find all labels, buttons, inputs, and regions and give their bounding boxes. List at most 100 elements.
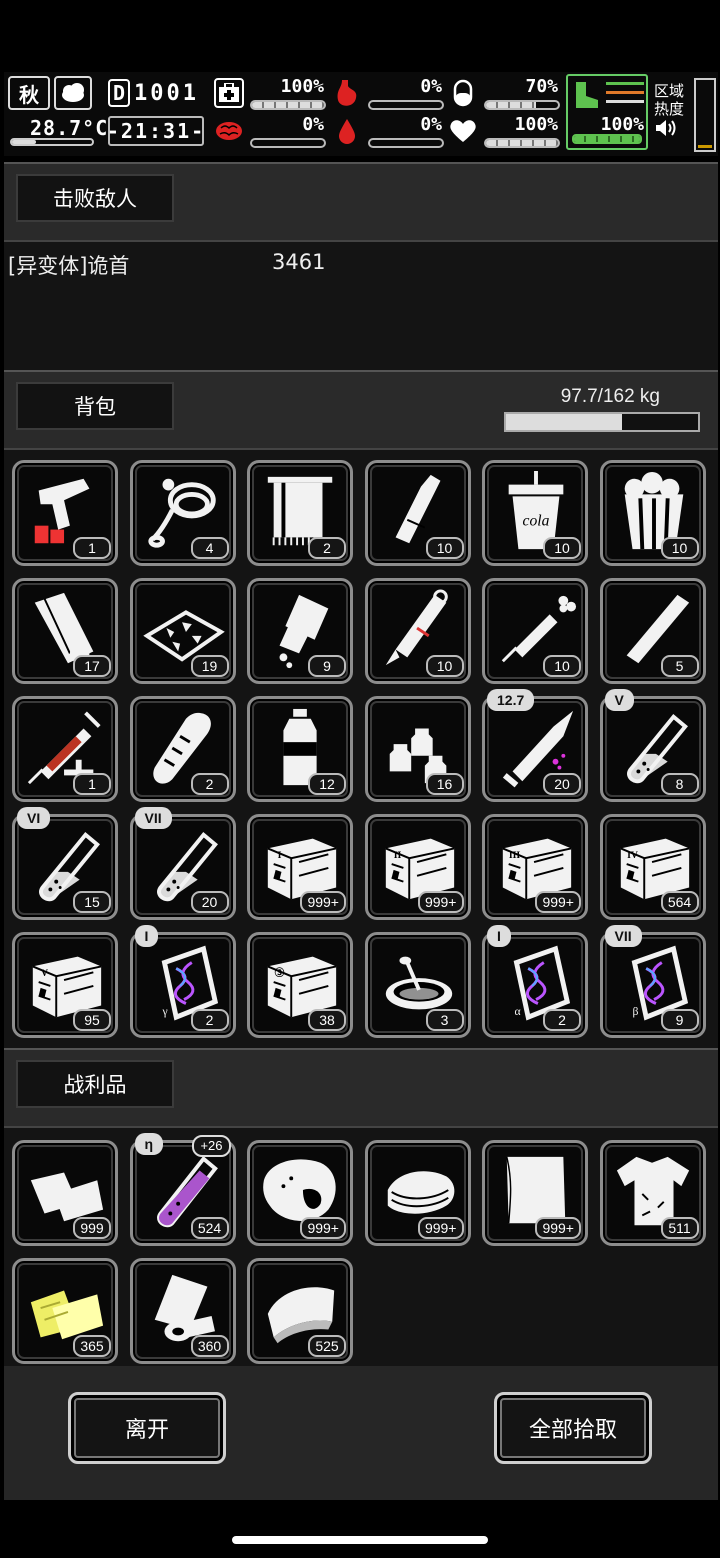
stat-heart-value: 100% <box>514 114 558 135</box>
backpack-item-slot[interactable]: IV 564 <box>599 814 706 920</box>
stat-blood-value: 0% <box>420 114 442 135</box>
take-all-button[interactable]: 全部拾取 <box>494 1392 652 1464</box>
item-tag: VII <box>134 807 172 829</box>
backpack-item-slot[interactable]: 1 <box>12 460 118 566</box>
backpack-item-slot[interactable]: β VII 9 <box>599 925 706 1038</box>
weight-bar <box>504 412 700 432</box>
item-quantity: 8 <box>660 773 699 795</box>
zone-heat-bar <box>694 78 716 152</box>
action-bar: 离开 全部拾取 <box>4 1366 718 1500</box>
home-indicator[interactable] <box>232 1536 488 1544</box>
backpack-title: 背包 <box>16 382 174 430</box>
item-quantity: 10 <box>660 537 699 559</box>
boot-icon <box>576 82 598 108</box>
stat-pill-value: 70% <box>525 76 558 97</box>
backpack-item-slot[interactable]: 2 <box>129 696 236 802</box>
clock: -21:31- <box>107 116 204 146</box>
item-tag: 12.7 <box>487 689 535 711</box>
backpack-item-slot[interactable]: 12.7 20 <box>482 689 588 802</box>
loot-item-slot[interactable]: 365 <box>12 1258 118 1364</box>
item-quantity: 20 <box>543 773 581 795</box>
season-label: 秋 <box>19 82 39 107</box>
backpack-item-slot[interactable]: 10 <box>364 460 471 566</box>
stamina-lines <box>606 82 644 103</box>
backpack-item-slot[interactable]: VI 15 <box>12 807 118 920</box>
backpack-item-slot[interactable]: V 95 <box>12 932 118 1038</box>
item-quantity: 3 <box>425 1009 464 1031</box>
loot-item-slot[interactable]: 999+ <box>482 1140 588 1246</box>
enemy-count: 3461 <box>272 250 326 274</box>
backpack-item-slot[interactable]: II 999+ <box>364 814 471 920</box>
pill-icon <box>448 78 478 108</box>
svg-text:β: β <box>632 1005 638 1018</box>
backpack-item-slot[interactable]: 1 <box>12 696 118 802</box>
stat-heart: 100% <box>448 114 560 150</box>
backpack-item-slot[interactable]: III 999+ <box>482 814 588 920</box>
backpack-item-slot[interactable]: 16 <box>364 696 471 802</box>
loot-item-slot[interactable]: 360 <box>129 1258 236 1364</box>
item-quantity: 5 <box>660 655 699 677</box>
loot-item-slot[interactable]: η +26 524 <box>129 1133 236 1246</box>
stat-hunger-bar <box>368 100 444 110</box>
svg-text:V: V <box>41 968 48 979</box>
stat-health: 100% <box>214 76 326 112</box>
speaker-icon[interactable] <box>654 118 678 138</box>
backpack-item-slot[interactable]: 5 <box>599 578 706 684</box>
stat-brain-value: 0% <box>302 114 324 135</box>
stamina-value: 100% <box>600 114 644 135</box>
backpack-item-slot[interactable]: 2 <box>247 460 353 566</box>
stamina-panel: 100% <box>566 74 648 150</box>
item-quantity: 999+ <box>417 1217 464 1239</box>
item-quantity: 999+ <box>300 1217 346 1239</box>
medkit-icon <box>214 78 244 108</box>
backpack-item-slot[interactable]: Ⓢ 38 <box>247 932 353 1038</box>
stat-brain-bar <box>250 138 326 148</box>
loot-item-slot[interactable]: 525 <box>247 1258 353 1364</box>
item-quantity: 524 <box>190 1217 229 1239</box>
backpack-item-slot[interactable]: V8 <box>599 689 706 802</box>
backpack-item-slot[interactable]: 10 <box>482 578 588 684</box>
backpack-item-slot[interactable]: γ I 2 <box>129 925 236 1038</box>
backpack-item-slot[interactable]: cola 10 <box>482 460 588 566</box>
backpack-item-slot[interactable]: 19 <box>129 578 236 684</box>
backpack-item-slot[interactable]: VII 20 <box>129 807 236 920</box>
backpack-item-slot[interactable]: 17 <box>12 578 118 684</box>
defeated-panel: 击败敌人 [异变体]诡首 3461 <box>4 162 718 370</box>
backpack-grid: 1 4 2 10 cola 10 10 17 19 9 10 10 5 1 2 12 16 12.7 20 V 8 VI 1… <box>12 460 706 1038</box>
backpack-item-slot[interactable]: 12 <box>247 696 353 802</box>
backpack-item-slot[interactable]: 4 <box>129 460 236 566</box>
backpack-item-slot[interactable]: α I 2 <box>482 925 588 1038</box>
item-quantity: 9 <box>660 1009 699 1031</box>
item-tag: V <box>604 689 634 711</box>
item-quantity: 20 <box>190 891 229 913</box>
status-hud: 秋 28.7°C D 1001 -21:31- 100% 0% 70% 0% 0… <box>4 72 718 156</box>
temperature-bar <box>10 138 94 146</box>
item-tag: I <box>134 925 159 947</box>
svg-text:α: α <box>515 1005 521 1018</box>
backpack-item-slot[interactable]: 3 <box>364 932 471 1038</box>
stat-pill: 70% <box>448 76 560 112</box>
item-quantity: 2 <box>308 537 346 559</box>
backpack-item-slot[interactable]: I 999+ <box>247 814 353 920</box>
loot-item-slot[interactable]: 511 <box>599 1140 706 1246</box>
defeated-list: [异变体]诡首 3461 <box>4 240 718 370</box>
item-quantity: 1 <box>73 773 111 795</box>
day-counter: D 1001 <box>108 76 204 110</box>
item-quantity: 10 <box>425 655 464 677</box>
stat-hunger-value: 0% <box>420 76 442 97</box>
item-tag: VII <box>604 925 642 947</box>
loot-item-slot[interactable]: 999+ <box>247 1140 353 1246</box>
item-quantity: 999+ <box>300 891 346 913</box>
backpack-item-slot[interactable]: 10 <box>364 578 471 684</box>
item-quantity: 9 <box>308 655 346 677</box>
item-quantity: 999 <box>73 1217 111 1239</box>
item-quantity: 360 <box>190 1335 229 1357</box>
stat-brain: 0% <box>214 114 326 150</box>
backpack-item-slot[interactable]: 9 <box>247 578 353 684</box>
loot-item-slot[interactable]: 999 <box>12 1140 118 1246</box>
backpack-item-slot[interactable]: 10 <box>599 460 706 566</box>
loot-item-slot[interactable]: 999+ <box>364 1140 471 1246</box>
leave-button[interactable]: 离开 <box>68 1392 226 1464</box>
day-prefix: D <box>108 79 131 107</box>
stat-heart-bar <box>484 138 560 148</box>
